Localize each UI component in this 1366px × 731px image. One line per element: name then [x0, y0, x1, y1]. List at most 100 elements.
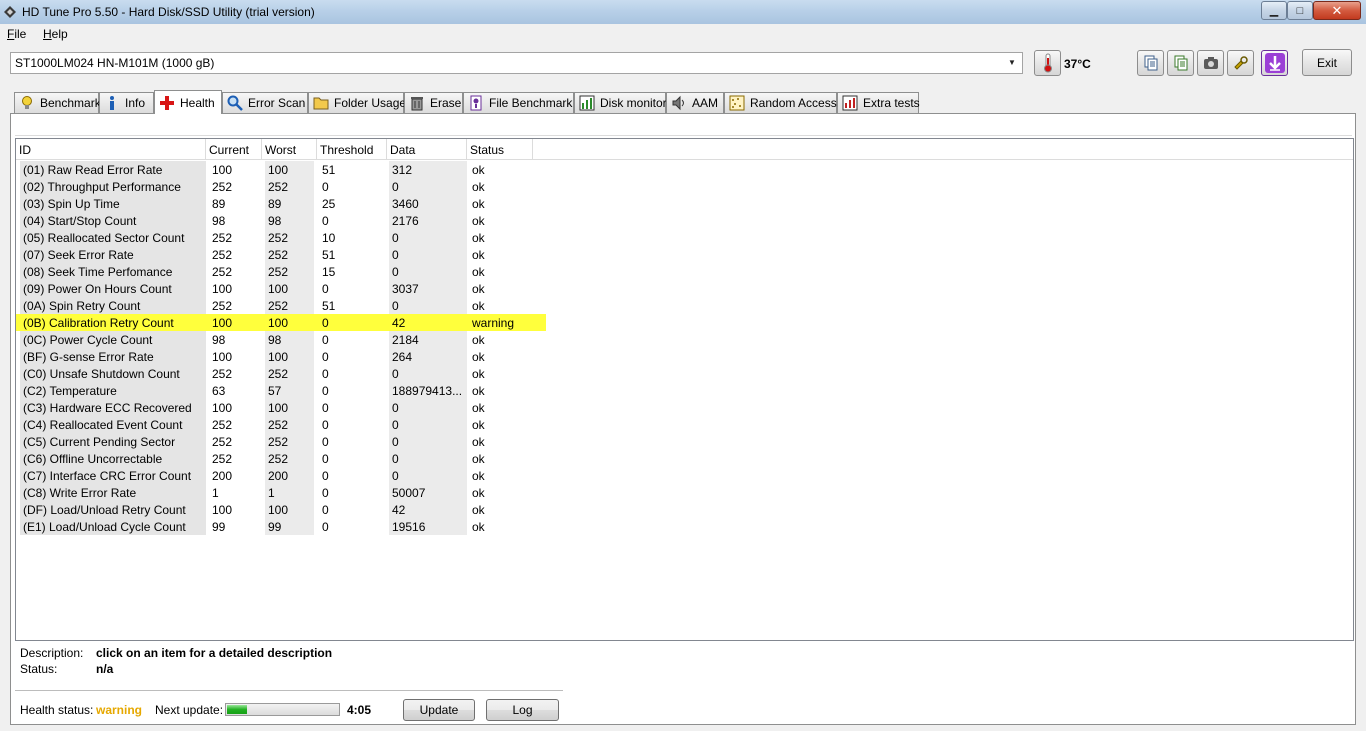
cell-threshold: 0 [319, 314, 386, 331]
tab-erase[interactable]: Erase [404, 92, 463, 113]
table-row-warning[interactable]: (0B) Calibration Retry Count 100 100 0 42 war… [16, 314, 546, 331]
cell-current: 252 [212, 435, 233, 449]
smart-attributes-table[interactable]: ID Current Worst Threshold Data Status (… [15, 138, 1354, 641]
tab-health[interactable]: Health [154, 90, 222, 114]
cell-data: 0 [389, 399, 467, 416]
tab-file-benchmark[interactable]: File Benchmark [463, 92, 574, 113]
cell-current: 252 [212, 231, 233, 245]
table-row[interactable]: (C6) Offline Uncorrectable 252 252 0 0 ok [16, 450, 546, 467]
tab-random-access[interactable]: Random Access [724, 92, 837, 113]
table-row[interactable]: (C8) Write Error Rate 1 1 0 50007 ok [16, 484, 546, 501]
table-row[interactable]: (E1) Load/Unload Cycle Count 99 99 0 19516 ok [16, 518, 546, 535]
column-header-worst[interactable]: Worst [262, 139, 317, 160]
drive-select[interactable]: ST1000LM024 HN-M101M (1000 gB) ▼ [10, 52, 1023, 74]
cell-status: warning [469, 314, 533, 331]
column-header-data[interactable]: Data [387, 139, 467, 160]
copy-all-button[interactable] [1167, 50, 1194, 76]
cell-id: (0B) Calibration Retry Count [20, 314, 206, 331]
tab-extra-tests[interactable]: Extra tests [837, 92, 920, 113]
cell-status: ok [472, 384, 485, 398]
drive-select-value: ST1000LM024 HN-M101M (1000 gB) [15, 56, 215, 70]
menu-help[interactable]: Help [43, 27, 68, 41]
cell-threshold: 15 [322, 265, 336, 279]
table-row[interactable]: (09) Power On Hours Count 100 100 0 3037 ok [16, 280, 546, 297]
cell-id: (C3) Hardware ECC Recovered [20, 399, 206, 416]
save-button[interactable] [1261, 50, 1288, 76]
cell-data: 0 [389, 365, 467, 382]
table-row[interactable]: (C3) Hardware ECC Recovered 100 100 0 0 ok [16, 399, 546, 416]
table-row[interactable]: (03) Spin Up Time 89 89 25 3460 ok [16, 195, 546, 212]
close-icon: ✕ [1331, 2, 1343, 18]
table-row[interactable]: (C0) Unsafe Shutdown Count 252 252 0 0 ok [16, 365, 546, 382]
table-row[interactable]: (C5) Current Pending Sector 252 252 0 0 ok [16, 433, 546, 450]
cell-threshold: 0 [322, 503, 329, 517]
cell-threshold: 0 [322, 418, 329, 432]
table-row[interactable]: (C7) Interface CRC Error Count 200 200 0 0 ok [16, 467, 546, 484]
table-row[interactable]: (02) Throughput Performance 252 252 0 0 ok [16, 178, 546, 195]
table-row[interactable]: (01) Raw Read Error Rate 100 100 51 312 ok [16, 161, 546, 178]
cell-status: ok [472, 248, 485, 262]
update-button[interactable]: Update [403, 699, 475, 721]
tab-info[interactable]: Info [99, 92, 154, 113]
menu-file[interactable]: File [7, 27, 26, 41]
cell-data: 0 [389, 246, 467, 263]
table-row[interactable]: (C2) Temperature 63 57 0 188979413... ok [16, 382, 546, 399]
window-title: HD Tune Pro 5.50 - Hard Disk/SSD Utility… [22, 5, 315, 19]
tab-disk-monitor[interactable]: Disk monitor [574, 92, 667, 113]
close-button[interactable]: ✕ [1313, 1, 1361, 20]
table-row[interactable]: (05) Reallocated Sector Count 252 252 10 0 ok [16, 229, 546, 246]
title-bar[interactable]: HD Tune Pro 5.50 - Hard Disk/SSD Utility… [0, 0, 1366, 24]
cell-worst: 98 [265, 331, 314, 348]
checklist-icon [842, 95, 858, 111]
cell-threshold: 10 [322, 231, 336, 245]
cell-current: 100 [212, 163, 233, 177]
column-header-current[interactable]: Current [206, 139, 262, 160]
options-button[interactable] [1227, 50, 1254, 76]
exit-button[interactable]: Exit [1302, 49, 1352, 76]
cell-status: ok [472, 401, 485, 415]
column-header-status[interactable]: Status [467, 139, 533, 160]
copy-info-icon [1144, 55, 1157, 71]
chevron-down-icon[interactable]: ▼ [1005, 56, 1019, 70]
screenshot-button[interactable] [1197, 50, 1224, 76]
minimize-icon: ▁ [1269, 5, 1279, 17]
cell-data: 312 [389, 161, 467, 178]
cell-current: 252 [212, 367, 233, 381]
cell-current: 98 [212, 214, 226, 228]
tab-benchmark[interactable]: Benchmark [14, 92, 101, 113]
minimize-button[interactable]: ▁ [1261, 1, 1287, 20]
cell-current: 63 [212, 384, 226, 398]
progress-fill [227, 705, 247, 714]
temperature-button[interactable] [1034, 50, 1061, 76]
cell-threshold: 0 [322, 350, 329, 364]
menu-help-rest: elp [51, 27, 68, 41]
tab-error-scan[interactable]: Error Scan [222, 92, 308, 113]
maximize-button[interactable]: □ [1287, 1, 1313, 20]
divider [15, 690, 563, 691]
tab-aam[interactable]: AAM [666, 92, 724, 113]
table-row[interactable]: (C4) Reallocated Event Count 252 252 0 0 ok [16, 416, 546, 433]
description-label: Description: [20, 646, 84, 660]
cell-worst: 100 [265, 314, 314, 331]
column-header-id[interactable]: ID [16, 139, 206, 160]
cell-data: 3037 [389, 280, 467, 297]
cell-id: (C7) Interface CRC Error Count [20, 467, 206, 484]
column-header-threshold[interactable]: Threshold [317, 139, 387, 160]
cell-threshold: 0 [322, 214, 329, 228]
table-row[interactable]: (0A) Spin Retry Count 252 252 51 0 ok [16, 297, 546, 314]
log-button[interactable]: Log [486, 699, 559, 721]
menu-help-accel: H [43, 27, 52, 41]
tab-label: Error Scan [248, 96, 306, 110]
table-row[interactable]: (DF) Load/Unload Retry Count 100 100 0 42 ok [16, 501, 546, 518]
table-row[interactable]: (BF) G-sense Error Rate 100 100 0 264 ok [16, 348, 546, 365]
table-row[interactable]: (0C) Power Cycle Count 98 98 0 2184 ok [16, 331, 546, 348]
info-icon [110, 96, 114, 110]
table-row[interactable]: (07) Seek Error Rate 252 252 51 0 ok [16, 246, 546, 263]
table-row[interactable]: (08) Seek Time Perfomance 252 252 15 0 ok [16, 263, 546, 280]
tab-folder-usage[interactable]: Folder Usage [308, 92, 406, 113]
copy-info-button[interactable] [1137, 50, 1164, 76]
cell-worst: 252 [265, 450, 314, 467]
cell-id: (C6) Offline Uncorrectable [20, 450, 206, 467]
table-row[interactable]: (04) Start/Stop Count 98 98 0 2176 ok [16, 212, 546, 229]
cross-icon [160, 95, 174, 110]
